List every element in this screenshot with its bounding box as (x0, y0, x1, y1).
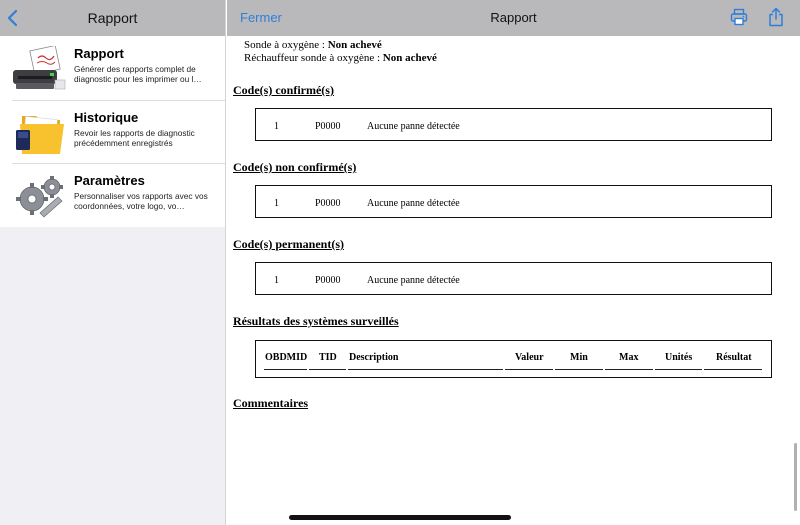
column-header: Valeur (515, 352, 544, 363)
chevron-left-icon[interactable] (6, 8, 20, 28)
code-id: P0000 (315, 121, 341, 132)
oxygen-sensor-status: Sonde à oxygène : Non achevé (244, 39, 382, 51)
page-title: Rapport (490, 10, 537, 25)
column-header: Résultat (716, 352, 752, 363)
section-title-monitored: Résultats des systèmes surveillés (233, 314, 399, 328)
section-title-permanent: Code(s) permanent(s) (233, 237, 344, 251)
column-header: Unités (665, 352, 693, 363)
unconfirmed-codes-table: 1 P0000 Aucune panne détectée (255, 185, 772, 218)
code-id: P0000 (315, 275, 341, 286)
printer-report-icon (13, 46, 66, 90)
sidebar: Rapport Rapport Générer des rapports com… (0, 0, 226, 525)
code-index: 1 (274, 198, 279, 209)
column-header: Description (349, 352, 399, 363)
report-header: Fermer Rapport (227, 0, 800, 36)
sidebar-item-title: Historique (74, 109, 139, 125)
oxygen-heater-status: Réchauffeur sonde à oxygène : Non achevé (244, 52, 437, 64)
column-rule (655, 369, 702, 370)
code-description: Aucune panne détectée (367, 275, 460, 286)
column-rule (704, 369, 762, 370)
sidebar-list: Rapport Générer des rapports complet de … (0, 36, 225, 227)
sidebar-item-historique[interactable]: Historique Revoir les rapports de diagno… (0, 99, 225, 164)
sidebar-item-title: Rapport (74, 46, 124, 61)
column-header: Max (619, 352, 639, 363)
sidebar-item-rapport[interactable]: Rapport Générer des rapports complet de … (0, 36, 225, 100)
sidebar-item-description: Personnaliser vos rapports avec vos coor… (74, 191, 208, 211)
column-header: OBDMID (265, 352, 308, 363)
sidebar-item-title: Paramètres (74, 173, 145, 188)
vertical-scrollbar[interactable] (794, 443, 797, 511)
column-rule (309, 369, 346, 370)
sidebar-title: Rapport (87, 10, 138, 26)
column-rule (505, 369, 553, 370)
column-rule (555, 369, 603, 370)
code-description: Aucune panne détectée (367, 121, 460, 132)
sidebar-item-description: Générer des rapports complet de diagnost… (74, 64, 202, 84)
report-pane: Fermer Rapport Sonde à oxygène : Non ach… (227, 0, 800, 525)
code-index: 1 (274, 121, 279, 132)
code-description: Aucune panne détectée (367, 198, 460, 209)
home-indicator[interactable] (289, 515, 511, 520)
printer-icon[interactable] (730, 8, 748, 26)
column-rule (264, 369, 307, 370)
confirmed-codes-table: 1 P0000 Aucune panne détectée (255, 108, 772, 141)
section-title-unconfirmed: Code(s) non confirmé(s) (233, 160, 357, 174)
code-index: 1 (274, 275, 279, 286)
column-header: TID (319, 352, 337, 363)
share-icon[interactable] (768, 7, 784, 27)
sidebar-item-parametres[interactable]: Paramètres Personnaliser vos rapports av… (0, 163, 225, 227)
column-rule (348, 369, 503, 370)
section-title-comments: Commentaires (233, 396, 309, 410)
gears-settings-icon (16, 176, 63, 218)
section-title-confirmed: Code(s) confirmé(s) (233, 83, 334, 97)
sidebar-header: Rapport (0, 0, 225, 36)
sidebar-item-description: Revoir les rapports de diagnostic précéd… (74, 127, 195, 148)
folder-history-icon (16, 115, 64, 154)
report-document[interactable]: Sonde à oxygène : Non achevé Réchauffeur… (227, 36, 800, 525)
monitored-results-table: OBDMID TID Description Valeur Min Max Un… (255, 340, 772, 378)
column-header: Min (570, 352, 588, 363)
permanent-codes-table: 1 P0000 Aucune panne détectée (255, 262, 772, 295)
code-id: P0000 (315, 198, 341, 209)
column-rule (605, 369, 653, 370)
